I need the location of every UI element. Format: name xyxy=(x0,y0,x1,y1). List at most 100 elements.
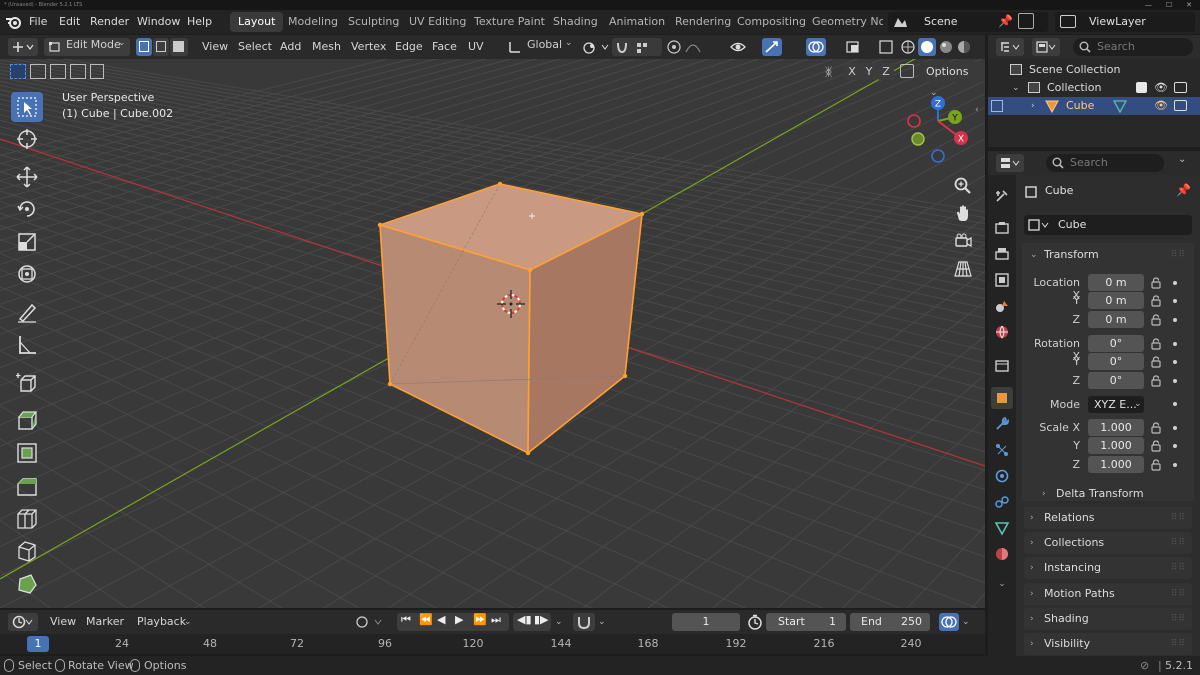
tool-select-box[interactable] xyxy=(11,92,43,122)
timeline-menu-playback[interactable]: Playback xyxy=(137,613,186,631)
tab-geometry-nodes[interactable]: Geometry Nodes xyxy=(804,12,883,32)
minimize-icon[interactable]: — xyxy=(1145,0,1152,10)
timeline-ruler[interactable]: 1 24 48 72 96 120 144 168 192 216 240 xyxy=(0,634,985,654)
chevron-down-icon[interactable]: ⌄ xyxy=(1012,79,1020,97)
tool-poly-build[interactable] xyxy=(11,569,43,599)
location-y-field[interactable]: 0 m xyxy=(1088,292,1144,309)
tab-output[interactable] xyxy=(991,243,1013,265)
tab-data[interactable] xyxy=(991,517,1013,539)
tab-render[interactable] xyxy=(991,217,1013,239)
chevron-down-icon[interactable]: ⌄ xyxy=(962,613,970,631)
material-shading-icon[interactable] xyxy=(938,39,954,55)
menu-mesh[interactable]: Mesh xyxy=(312,38,341,56)
play-icon[interactable]: ▶ xyxy=(455,613,463,626)
timeline-menu-view[interactable]: View xyxy=(50,613,76,631)
stopwatch-icon[interactable] xyxy=(747,614,763,630)
menu-add[interactable]: Add xyxy=(280,38,301,56)
transform-panel-header[interactable]: ⌄ Transform ⠿⠿ xyxy=(1024,244,1192,266)
vertex-select-button[interactable] xyxy=(136,38,152,56)
keyframe-dot-icon[interactable] xyxy=(1173,426,1177,430)
tab-material[interactable] xyxy=(991,543,1013,565)
viewport-canvas[interactable]: Z Y X xyxy=(0,59,985,608)
tab-constraints[interactable] xyxy=(991,491,1013,513)
tab-scene[interactable] xyxy=(991,295,1013,317)
pin-icon[interactable]: 📌 xyxy=(1176,183,1191,197)
tool-annotate[interactable] xyxy=(11,297,43,327)
scale-z-field[interactable]: 1.000 xyxy=(1088,456,1144,473)
select-subtract-icon[interactable] xyxy=(50,64,66,79)
outliner-row-scene-collection[interactable]: Scene Collection xyxy=(988,61,1200,79)
camera-icon[interactable] xyxy=(1174,82,1187,93)
panel-collections[interactable]: › Collections ⠿⠿ xyxy=(1024,532,1192,554)
tool-extrude[interactable] xyxy=(11,405,43,435)
menu-window[interactable]: Window xyxy=(137,10,180,34)
lock-icon[interactable] xyxy=(1151,277,1161,289)
camera-icon[interactable] xyxy=(1174,100,1187,111)
panel-instancing[interactable]: › Instancing ⠿⠿ xyxy=(1024,557,1192,579)
editor-type-button[interactable] xyxy=(8,38,38,56)
blender-logo-icon[interactable] xyxy=(5,14,23,30)
keyframe-dot-icon[interactable] xyxy=(1173,342,1177,346)
drag-grip-icon[interactable]: ⠿⠿ xyxy=(1171,507,1186,529)
solid-shading-button[interactable] xyxy=(918,38,936,56)
pin-icon[interactable]: 📌 xyxy=(998,14,1013,28)
tab-shading[interactable]: Shading xyxy=(545,12,606,32)
menu-view[interactable]: View xyxy=(202,38,228,56)
tab-animation[interactable]: Animation xyxy=(601,12,673,32)
drag-grip-icon[interactable]: ⠿⠿ xyxy=(1171,244,1186,266)
solid-wire-icon[interactable] xyxy=(900,39,916,55)
lock-icon[interactable] xyxy=(1151,422,1161,434)
chevron-down-icon[interactable]: ⌄ xyxy=(555,613,563,631)
snap-toggle[interactable] xyxy=(612,38,662,56)
rotation-mode-dropdown[interactable]: XYZ E... ⌄ xyxy=(1088,396,1144,413)
jump-start-icon[interactable]: ⏮ xyxy=(401,613,411,627)
cube-mesh[interactable] xyxy=(377,181,645,456)
tab-physics[interactable] xyxy=(991,465,1013,487)
drag-grip-icon[interactable]: ⠿⠿ xyxy=(1171,557,1186,579)
keyframe-dot-icon[interactable] xyxy=(1173,379,1177,383)
outliner-editor-type[interactable] xyxy=(996,38,1024,56)
gizmo-toggle[interactable] xyxy=(762,38,782,56)
outliner-row-cube[interactable]: › Cube 👁 xyxy=(988,97,1200,115)
mirror-y-toggle[interactable]: Y xyxy=(861,63,877,80)
options-dropdown[interactable]: Options ⌄ xyxy=(920,62,985,98)
pivot-icon[interactable] xyxy=(582,41,612,55)
menu-help[interactable]: Help xyxy=(187,10,212,34)
maximize-icon[interactable]: ☐ xyxy=(1166,0,1172,10)
overlay-toggle[interactable] xyxy=(806,38,826,56)
lock-icon[interactable] xyxy=(1151,459,1161,471)
chevron-right-icon[interactable]: › xyxy=(1031,97,1035,115)
tab-compositing[interactable]: Compositing xyxy=(729,12,814,32)
xray-icon[interactable] xyxy=(846,40,870,54)
rotation-y-field[interactable]: 0° xyxy=(1088,353,1144,370)
zoom-button[interactable] xyxy=(950,173,976,199)
next-keyframe-icon[interactable]: ⏩ xyxy=(473,613,487,626)
object-data-field[interactable]: Cube xyxy=(1024,215,1192,235)
keyframe-dot-icon[interactable] xyxy=(1173,444,1177,448)
drag-grip-icon[interactable]: ⠿⠿ xyxy=(1171,583,1186,605)
start-frame-field[interactable]: Start 1 xyxy=(766,613,846,631)
proportional-edit-icon[interactable] xyxy=(666,40,706,54)
3d-viewport[interactable]: Z Y X User Perspective (1) Cube | Cube.0… xyxy=(0,59,985,608)
edge-select-button[interactable] xyxy=(153,38,169,56)
tab-world[interactable] xyxy=(991,321,1013,343)
perspective-toggle-button[interactable] xyxy=(950,256,976,282)
tab-texture-paint[interactable]: Texture Paint xyxy=(466,12,553,32)
location-z-field[interactable]: 0 m xyxy=(1088,311,1144,328)
orientation-selector[interactable]: Global ⌄ xyxy=(505,38,575,56)
timeline-overlay-toggle[interactable] xyxy=(939,613,959,631)
rotation-z-field[interactable]: 0° xyxy=(1088,372,1144,389)
wireframe-shading-icon[interactable] xyxy=(878,39,894,55)
lock-icon[interactable] xyxy=(1151,338,1161,350)
properties-editor-type[interactable] xyxy=(996,154,1024,172)
scale-x-field[interactable]: 1.000 xyxy=(1088,419,1144,436)
menu-edge[interactable]: Edge xyxy=(395,38,423,56)
tab-tool[interactable] xyxy=(991,185,1013,207)
lock-icon[interactable] xyxy=(1151,356,1161,368)
face-select-button[interactable] xyxy=(170,38,188,56)
select-invert-icon[interactable] xyxy=(70,64,86,79)
tab-more[interactable]: ⌄ xyxy=(991,573,1013,595)
tool-scale[interactable] xyxy=(11,227,43,257)
pan-button[interactable] xyxy=(950,200,976,226)
lock-icon[interactable] xyxy=(1151,440,1161,452)
